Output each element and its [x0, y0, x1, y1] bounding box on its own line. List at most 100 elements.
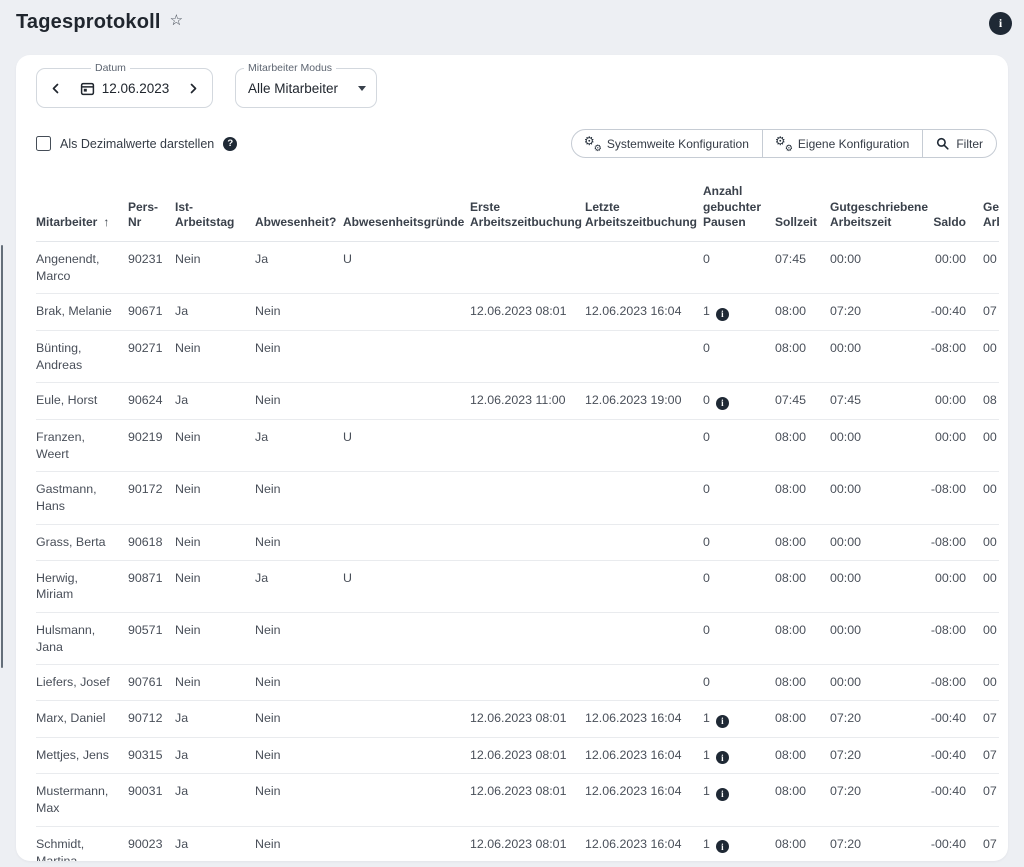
table-cell: 90023	[128, 826, 175, 861]
table-row[interactable]: Gastmann, Hans90172NeinNein008:0000:00-0…	[36, 472, 999, 524]
table-cell: -00:40	[920, 701, 966, 738]
column-header[interactable]: Ist-Arbeitstag	[175, 158, 255, 241]
table-cell: 00	[966, 241, 999, 293]
pause-info-icon[interactable]: i	[716, 840, 729, 853]
table-cell	[585, 613, 703, 665]
systemwide-config-button[interactable]: ⚙⚙ Systemweite Konfiguration	[572, 130, 762, 157]
date-picker: Datum 12.06.2023	[36, 68, 213, 108]
table-cell	[343, 613, 470, 665]
column-header[interactable]: Abwesenheit?	[255, 158, 343, 241]
table-cell	[343, 472, 470, 524]
pauses-cell: 0	[703, 665, 775, 701]
left-scrollbar[interactable]	[1, 245, 3, 668]
decimal-toggle[interactable]: Als Dezimalwerte darstellen ?	[36, 136, 237, 151]
table-cell: U	[343, 560, 470, 612]
decimal-help-icon[interactable]: ?	[223, 137, 237, 151]
table-cell: 07:20	[830, 774, 920, 826]
table-row[interactable]: Angenendt, Marco90231NeinJaU007:4500:000…	[36, 241, 999, 293]
table-cell: 00	[966, 665, 999, 701]
table-row[interactable]: Mustermann, Max90031JaNein12.06.2023 08:…	[36, 774, 999, 826]
table-row[interactable]: Franzen, Weert90219NeinJaU008:0000:0000:…	[36, 419, 999, 471]
table-cell: Mustermann, Max	[36, 774, 128, 826]
dropdown-caret-icon	[358, 86, 366, 91]
table-row[interactable]: Marx, Daniel90712JaNein12.06.2023 08:011…	[36, 701, 999, 738]
column-header[interactable]: Abwesenheitsgründe	[343, 158, 470, 241]
column-header[interactable]: Letzte Arbeitszeitbuchung	[585, 158, 703, 241]
table-scroll-area[interactable]: Mitarbeiter↑Pers-NrIst-Arbeitstag Abwesen…	[36, 158, 999, 861]
table-cell: 12.06.2023 16:04	[585, 294, 703, 331]
pauses-count: 0	[703, 675, 710, 689]
table-cell: Nein	[175, 613, 255, 665]
table-cell: Ja	[175, 294, 255, 331]
filter-button[interactable]: Filter	[922, 130, 996, 157]
pause-info-icon[interactable]: i	[716, 715, 729, 728]
table-row[interactable]: Grass, Berta90618NeinNein008:0000:00-08:…	[36, 524, 999, 560]
table-cell: 90618	[128, 524, 175, 560]
table-cell: Ja	[255, 560, 343, 612]
table-row[interactable]: Schmidt, Martina90023JaNein12.06.2023 08…	[36, 826, 999, 861]
table-row[interactable]: Herwig, Miriam90871NeinJaU008:0000:0000:…	[36, 560, 999, 612]
table-cell: 00:00	[920, 419, 966, 471]
table-cell: 00	[966, 472, 999, 524]
table-row[interactable]: Eule, Horst90624JaNein12.06.2023 11:0012…	[36, 383, 999, 420]
column-header-label: Ist-Arbeitstag	[175, 200, 234, 230]
toolbar-row: Als Dezimalwerte darstellen ? ⚙⚙ Systemw…	[16, 108, 1008, 158]
table-cell: 08:00	[775, 701, 830, 738]
pauses-cell: 0	[703, 524, 775, 560]
employee-mode-select[interactable]: Mitarbeiter Modus Alle Mitarbeiter	[235, 68, 377, 108]
pause-info-icon[interactable]: i	[716, 788, 729, 801]
table-cell	[470, 613, 585, 665]
column-header[interactable]: Mitarbeiter↑	[36, 158, 128, 241]
decimal-checkbox[interactable]	[36, 136, 51, 151]
search-icon	[936, 137, 949, 150]
pause-info-icon[interactable]: i	[716, 751, 729, 764]
table-cell: Nein	[255, 524, 343, 560]
table-cell	[343, 826, 470, 861]
pause-info-icon[interactable]: i	[716, 308, 729, 321]
table-cell	[585, 524, 703, 560]
pauses-cell: 1i	[703, 294, 775, 331]
pause-info-icon[interactable]: i	[716, 397, 729, 410]
table-row[interactable]: Mettjes, Jens90315JaNein12.06.2023 08:01…	[36, 737, 999, 774]
own-config-button[interactable]: ⚙⚙ Eigene Konfiguration	[762, 130, 922, 157]
table-cell: -08:00	[920, 330, 966, 382]
table-cell: Nein	[175, 419, 255, 471]
table-body: Angenendt, Marco90231NeinJaU007:4500:000…	[36, 241, 999, 861]
table-cell: Nein	[255, 701, 343, 738]
calendar-icon[interactable]	[80, 81, 95, 96]
pauses-cell: 0	[703, 560, 775, 612]
favorite-star-icon[interactable]: ☆	[170, 11, 183, 29]
table-row[interactable]: Brak, Melanie90671JaNein12.06.2023 08:01…	[36, 294, 999, 331]
table-cell	[470, 419, 585, 471]
table-cell: 08	[966, 383, 999, 420]
table-cell: 12.06.2023 08:01	[470, 737, 585, 774]
column-header[interactable]: Erste Arbeitszeitbuchung	[470, 158, 585, 241]
pauses-count: 1	[703, 784, 710, 798]
table-row[interactable]: Hulsmann, Jana90571NeinNein008:0000:00-0…	[36, 613, 999, 665]
table-cell: 90315	[128, 737, 175, 774]
column-header[interactable]: Sollzeit	[775, 158, 830, 241]
table-row[interactable]: Bünting, Andreas90271NeinNein008:0000:00…	[36, 330, 999, 382]
pauses-count: 0	[703, 341, 710, 355]
column-header[interactable]: Anzahl gebuchter Pausen	[703, 158, 775, 241]
pauses-count: 1	[703, 711, 710, 725]
pauses-cell: 0	[703, 613, 775, 665]
table-cell	[585, 419, 703, 471]
column-header[interactable]: Pers-Nr	[128, 158, 175, 241]
date-next-button[interactable]	[185, 80, 202, 97]
page-info-button[interactable]: i	[989, 12, 1012, 35]
date-prev-button[interactable]	[47, 80, 64, 97]
table-cell: 08:00	[775, 419, 830, 471]
column-header[interactable]: Gebuchte Arbeitszeit	[966, 158, 999, 241]
date-value[interactable]: 12.06.2023	[102, 81, 170, 96]
table-cell: 07:45	[775, 383, 830, 420]
table-cell: 00:00	[830, 330, 920, 382]
systemwide-config-label: Systemweite Konfiguration	[607, 137, 749, 151]
pauses-cell: 0	[703, 330, 775, 382]
table-cell: Bünting, Andreas	[36, 330, 128, 382]
table-cell	[470, 472, 585, 524]
table-row[interactable]: Liefers, Josef90761NeinNein008:0000:00-0…	[36, 665, 999, 701]
table-cell: 00	[966, 524, 999, 560]
table-cell: Nein	[175, 472, 255, 524]
column-header[interactable]: Gutgeschriebene Arbeitszeit	[830, 158, 920, 241]
